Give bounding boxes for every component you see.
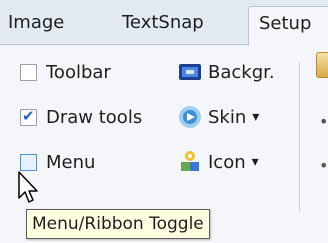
next-group-icon[interactable] [316, 52, 328, 78]
background-button-label: Backgr. [208, 61, 275, 83]
skin-icon [179, 106, 201, 128]
draw-tools-checkbox-row[interactable]: Draw tools [20, 107, 142, 128]
partial-icon: • [319, 112, 328, 131]
draw-tools-checkbox[interactable] [20, 107, 37, 126]
mouse-cursor-icon [18, 171, 38, 203]
ribbon-tab-bar: Image TextSnap Setup [0, 0, 328, 46]
chevron-down-icon: ▾ [252, 109, 260, 125]
icon-dropdown[interactable]: Icon ▾ [178, 150, 259, 174]
skin-dropdown-label: Skin [208, 106, 247, 128]
icon-dropdown-label: Icon [208, 151, 246, 173]
tab-textsnap[interactable]: TextSnap [122, 11, 204, 35]
draw-tools-checkbox-label: Draw tools [46, 107, 143, 128]
toolbar-checkbox-row[interactable]: Toolbar [20, 62, 111, 83]
background-button[interactable]: Backgr. [178, 60, 275, 84]
tab-setup[interactable]: Setup [248, 6, 328, 46]
skin-dropdown[interactable]: Skin ▾ [178, 105, 259, 129]
background-icon [179, 64, 201, 80]
toolbar-checkbox-label: Toolbar [46, 62, 111, 83]
tab-image[interactable]: Image [8, 11, 64, 35]
menu-checkbox-label: Menu [46, 152, 96, 173]
icon-set-icon [181, 151, 199, 171]
tooltip: Menu/Ribbon Toggle [26, 209, 210, 239]
menu-checkbox[interactable] [20, 154, 37, 171]
partial-icon: • [319, 156, 328, 175]
chevron-down-icon: ▾ [251, 154, 259, 170]
toolbar-checkbox[interactable] [20, 64, 37, 81]
group-separator [299, 62, 300, 212]
